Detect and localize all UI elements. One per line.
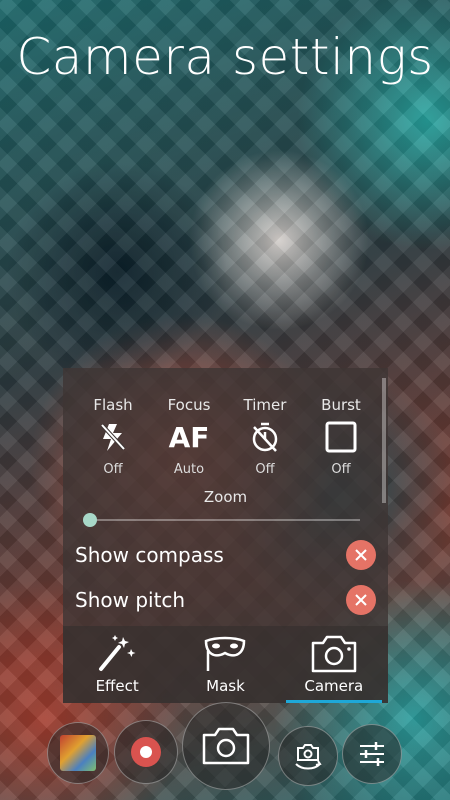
focus-label: Focus bbox=[167, 396, 211, 414]
magic-wand-icon bbox=[99, 635, 136, 671]
page-title: Camera settings bbox=[16, 28, 434, 86]
flash-value: Off bbox=[103, 462, 123, 477]
show-pitch-row: Show pitch bbox=[75, 582, 376, 618]
mode-tabs: Effect Mask Camera bbox=[63, 626, 388, 703]
focus-value: Auto bbox=[173, 462, 205, 477]
zoom-slider-knob[interactable] bbox=[83, 513, 97, 527]
flash-setting[interactable]: Flash Off bbox=[83, 396, 143, 477]
tab-camera[interactable]: Camera bbox=[280, 626, 388, 703]
mask-icon bbox=[205, 636, 246, 671]
camera-icon bbox=[202, 727, 250, 765]
show-pitch-label: Show pitch bbox=[75, 588, 186, 612]
shutter-button[interactable] bbox=[182, 702, 270, 790]
flash-label: Flash bbox=[93, 396, 133, 414]
tab-mask[interactable]: Mask bbox=[171, 626, 279, 703]
tab-effect[interactable]: Effect bbox=[63, 626, 171, 703]
focus-setting[interactable]: Focus AF Auto bbox=[159, 396, 219, 477]
autofocus-icon: AF bbox=[159, 418, 219, 456]
zoom-slider[interactable] bbox=[83, 513, 360, 527]
show-compass-label: Show compass bbox=[75, 543, 224, 567]
flash-off-icon bbox=[83, 418, 143, 456]
zoom-label: Zoom bbox=[203, 488, 248, 506]
record-button[interactable] bbox=[114, 720, 178, 784]
sliders-icon bbox=[360, 742, 384, 766]
settings-button[interactable] bbox=[342, 724, 402, 784]
tab-camera-label: Camera bbox=[304, 677, 364, 695]
tab-mask-label: Mask bbox=[206, 677, 245, 695]
record-icon bbox=[131, 737, 161, 767]
timer-off-icon bbox=[235, 418, 295, 456]
burst-label: Burst bbox=[321, 396, 361, 414]
gallery-thumbnail[interactable] bbox=[47, 722, 109, 784]
settings-panel: Flash Off Focus AF Auto Timer Off Burst … bbox=[63, 368, 388, 703]
autofocus-text: AF bbox=[168, 420, 210, 454]
close-icon bbox=[355, 594, 367, 606]
camera-controls bbox=[0, 702, 450, 800]
show-compass-toggle[interactable] bbox=[346, 540, 376, 570]
gallery-preview-image bbox=[60, 735, 96, 771]
switch-camera-button[interactable] bbox=[278, 726, 338, 786]
camera-icon bbox=[311, 635, 357, 673]
burst-value: Off bbox=[331, 462, 351, 477]
timer-setting[interactable]: Timer Off bbox=[235, 396, 295, 477]
timer-label: Timer bbox=[243, 396, 287, 414]
switch-camera-icon bbox=[295, 744, 322, 770]
show-pitch-toggle[interactable] bbox=[346, 585, 376, 615]
show-compass-row: Show compass bbox=[75, 537, 376, 573]
burst-square-icon bbox=[311, 418, 371, 456]
close-icon bbox=[355, 549, 367, 561]
tab-effect-label: Effect bbox=[95, 677, 139, 695]
panel-scrollbar[interactable] bbox=[382, 378, 386, 503]
timer-value: Off bbox=[255, 462, 275, 477]
burst-setting[interactable]: Burst Off bbox=[311, 396, 371, 477]
